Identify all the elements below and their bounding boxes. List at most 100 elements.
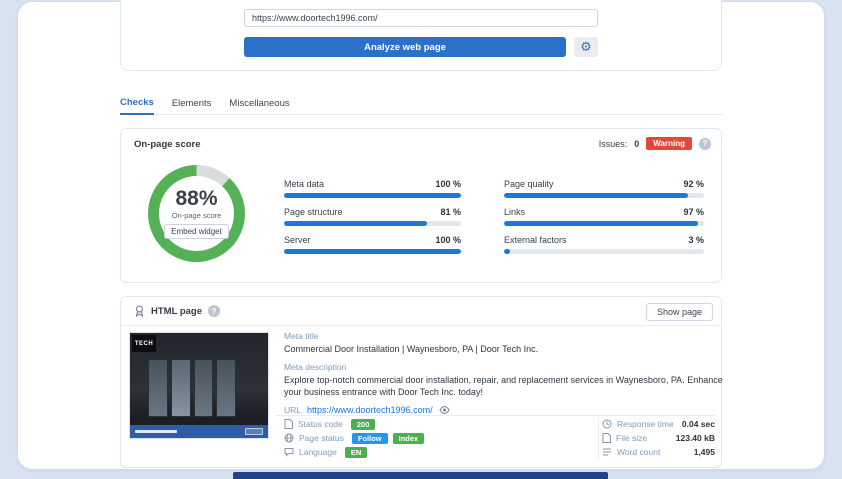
score-value: 88% (175, 187, 218, 210)
help-icon[interactable]: ? (208, 305, 221, 317)
meta-description-text: Explore top-notch commercial door instal… (284, 375, 723, 397)
metric-value: 81 % (440, 207, 461, 217)
url-row: URL https://www.doortech1996.com/ (284, 405, 729, 415)
stat-label: Response time (617, 419, 674, 429)
stat-label: Word count (617, 447, 661, 457)
cookie-banner (130, 425, 268, 438)
metric-value: 3 % (688, 235, 704, 245)
metric-label: Page quality (504, 179, 554, 189)
meta-title-text: Commercial Door Installation | Waynesbor… (284, 344, 539, 354)
metric-meta-data: Meta data 100 % (284, 179, 461, 198)
metric-label: External factors (504, 235, 567, 245)
stats-column-divider (598, 418, 599, 461)
word-count-icon (603, 448, 611, 456)
tabs: Checks Elements Miscellaneous (120, 94, 722, 115)
metric-progress-fill (504, 221, 698, 226)
stat-word-count: Word count 1,495 (602, 446, 715, 458)
issues-count: 0 (634, 138, 640, 149)
metric-progress-fill (504, 193, 688, 198)
metric-value: 100 % (435, 235, 461, 245)
site-logo: TECH (132, 335, 156, 352)
metric-progress-fill (504, 249, 510, 254)
page-screenshot-thumbnail: TECH (129, 332, 269, 439)
document-icon (284, 419, 293, 429)
url-input[interactable] (244, 9, 598, 27)
metric-value: 100 % (435, 179, 461, 189)
metric-value: 97 % (683, 207, 704, 217)
stat-label: Page status (299, 433, 344, 443)
language-badge: EN (344, 446, 368, 458)
analyze-button[interactable]: Analyze web page (244, 37, 566, 57)
stat-label: File size (616, 433, 648, 443)
metric-progress-track (284, 193, 461, 198)
embed-widget-button[interactable]: Embed widget (164, 224, 229, 239)
seo-checker-page: Analyze web page ⚙ Checks Elements Misce… (0, 0, 842, 479)
metric-external-factors: External factors 3 % (504, 235, 704, 254)
word-count-value: 1,495 (693, 447, 715, 457)
show-page-button[interactable]: Show page (645, 303, 713, 321)
score-card-title: On-page score (134, 139, 201, 150)
warning-badge: Warning (646, 137, 692, 150)
stat-page-status: Page status Follow Index (284, 432, 425, 444)
globe-icon (284, 433, 294, 443)
stat-label: Language (299, 447, 337, 457)
stat-file-size: File size 123.40 kB (602, 432, 715, 444)
file-icon (602, 433, 611, 443)
stat-language: Language EN (284, 446, 368, 458)
issues-row: Issues: 0 Warning ? (599, 137, 711, 150)
metric-label: Server (284, 235, 311, 245)
tab-elements[interactable]: Elements (172, 98, 212, 114)
metric-progress-track (284, 249, 461, 254)
header-divider (121, 325, 721, 326)
help-icon[interactable]: ? (699, 137, 711, 150)
metric-page-structure: Page structure 81 % (284, 207, 461, 226)
metric-label: Links (504, 207, 526, 217)
stats-divider (276, 415, 715, 416)
gear-icon: ⚙ (580, 39, 592, 55)
issues-label: Issues: (598, 138, 628, 149)
tab-checks[interactable]: Checks (120, 97, 154, 115)
metric-progress-fill (284, 249, 461, 254)
stat-status-code: Status code 200 (284, 418, 376, 430)
clock-icon (602, 419, 612, 429)
metric-server: Server 100 % (284, 235, 461, 254)
html-page-header: HTML page ? (134, 305, 221, 317)
response-time-value: 0.04 sec (681, 419, 715, 429)
page-url-link[interactable]: https://www.doortech1996.com/ (307, 405, 433, 415)
html-page-icon (135, 305, 144, 317)
follow-badge: Follow (351, 432, 388, 444)
donut-center: 88% On-page score Embed widget (159, 176, 234, 251)
stat-response-time: Response time 0.04 sec (602, 418, 715, 430)
meta-block: Meta title Commercial Door Installation … (284, 331, 729, 415)
preview-eye-icon[interactable] (439, 406, 450, 414)
status-code-badge: 200 (350, 418, 376, 430)
metric-page-quality: Page quality 92 % (504, 179, 704, 198)
metric-label: Page structure (284, 207, 343, 217)
meta-description-label: Meta description (284, 362, 347, 372)
html-page-title: HTML page (151, 305, 203, 317)
metric-progress-fill (284, 193, 461, 198)
metric-progress-track (504, 193, 704, 198)
onpage-score-donut: 88% On-page score Embed widget (148, 165, 245, 262)
storefront-doors (148, 359, 236, 417)
tab-miscellaneous[interactable]: Miscellaneous (229, 98, 289, 114)
metric-progress-track (504, 221, 704, 226)
metric-progress-track (504, 249, 704, 254)
metric-links: Links 97 % (504, 207, 704, 226)
metric-value: 92 % (683, 179, 704, 189)
metric-progress-track (284, 221, 461, 226)
score-caption: On-page score (171, 211, 222, 220)
file-size-value: 123.40 kB (675, 433, 715, 443)
index-badge: Index (392, 432, 425, 444)
analyzer-card: Analyze web page ⚙ (120, 0, 722, 71)
speech-bubble-icon (284, 448, 294, 457)
meta-title-label: Meta title (284, 331, 319, 341)
footer-strip (233, 472, 608, 479)
settings-button[interactable]: ⚙ (574, 37, 598, 57)
stat-label: Status code (298, 419, 343, 429)
metric-progress-fill (284, 221, 428, 226)
url-label: URL (284, 405, 302, 415)
metric-label: Meta data (284, 179, 325, 189)
onpage-score-card: On-page score Issues: 0 Warning ? 88% On… (120, 128, 722, 283)
html-page-card: HTML page ? Show page TECH Meta title Co… (120, 296, 723, 468)
